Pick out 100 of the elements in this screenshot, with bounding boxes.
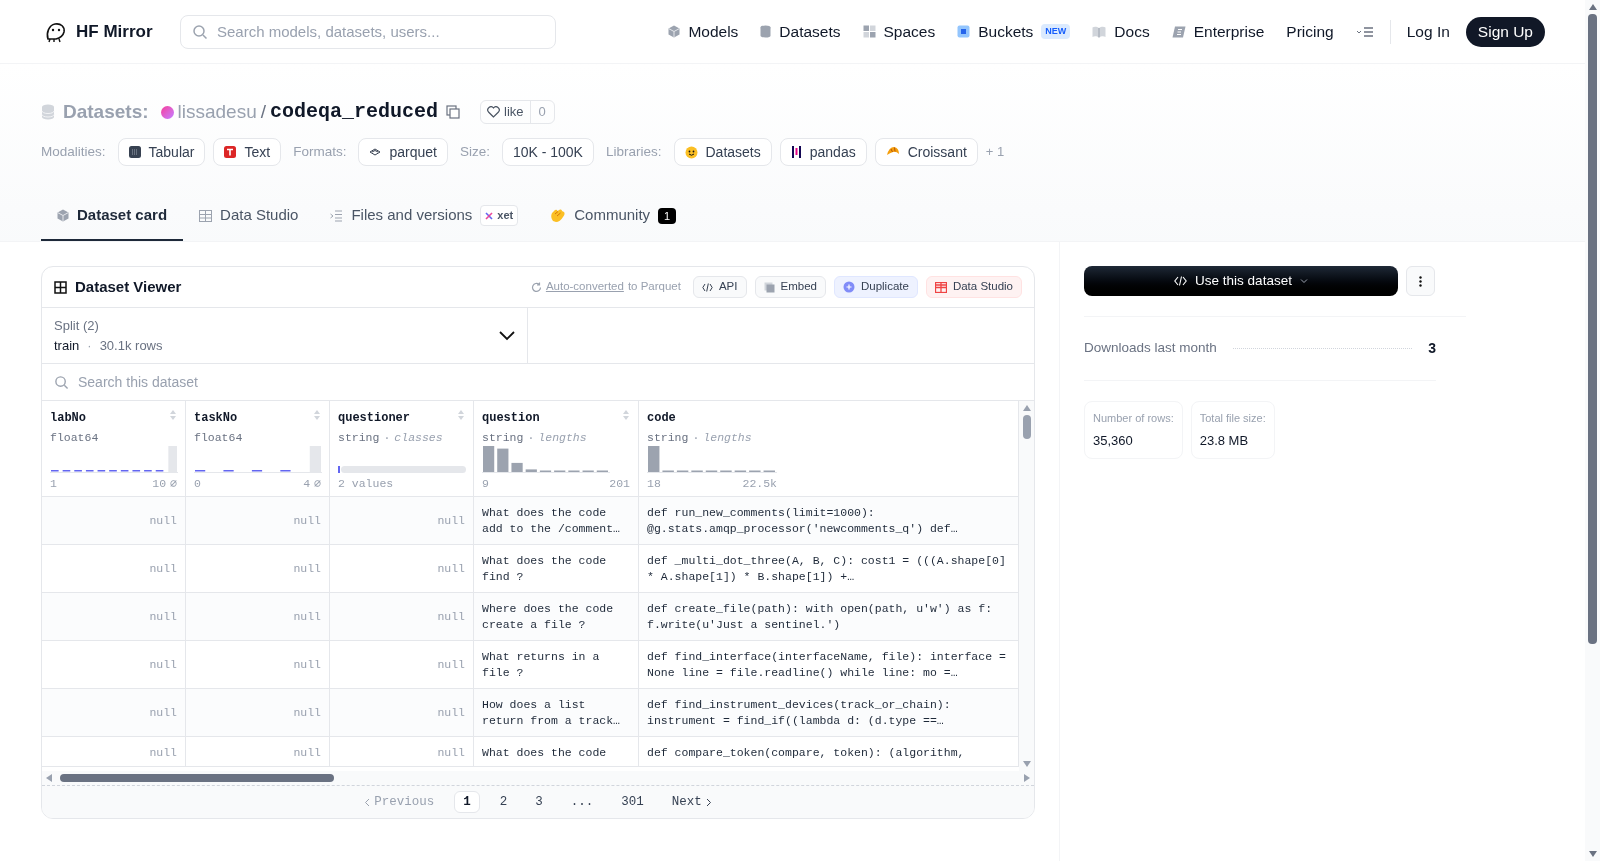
sort-icon — [313, 409, 321, 421]
xet-badge: xet — [480, 205, 519, 226]
sort-icon — [622, 409, 630, 421]
stat-value: 35,360 — [1093, 431, 1134, 450]
nav-link[interactable]: Models — [668, 19, 739, 44]
nav-link[interactable]: Docs — [1092, 19, 1150, 44]
grid-icon — [862, 25, 876, 38]
column-type: float64 — [50, 430, 99, 446]
tab[interactable]: Community 1 — [534, 192, 693, 241]
min-value: 18 — [647, 476, 661, 493]
parquet-note: to Parquet — [627, 279, 681, 295]
enterprise-icon — [1171, 25, 1186, 38]
page-link[interactable]: ... — [562, 791, 602, 813]
vertical-scrollbar[interactable] — [1019, 401, 1034, 771]
more-count: + 1 — [985, 143, 1005, 162]
column-header[interactable]: question string · lengths 9 201 — [474, 401, 639, 496]
table-cell: How does a list return from a track… — [474, 689, 639, 736]
split-selector[interactable]: Split (2) train · 30.1k rows — [42, 308, 528, 363]
column-type: string — [482, 430, 524, 446]
type-separator: · — [527, 430, 535, 446]
page-link[interactable]: 2 — [491, 791, 516, 813]
downloads-count: 3 — [1428, 339, 1436, 358]
page-link[interactable]: 3 — [527, 791, 551, 813]
tag-chip[interactable]: Croissant — [874, 138, 978, 166]
page-type-label: Datasets: — [63, 99, 149, 124]
action-button[interactable]: Embed — [754, 276, 826, 298]
table-cell: null — [42, 545, 186, 592]
table-cell: null — [186, 689, 330, 736]
chevron-left-icon — [364, 797, 371, 807]
tag-chip[interactable]: 10K - 100K — [501, 138, 594, 166]
max-value: 10 — [152, 476, 167, 493]
table-cell: null — [186, 545, 330, 592]
nav-link[interactable]: Buckets NEW — [957, 19, 1071, 44]
like-button[interactable]: like — [481, 102, 530, 122]
table-cell: What does the code — [474, 737, 639, 766]
min-value: 1 — [50, 476, 57, 493]
table-cell: What returns in a file ? — [474, 641, 639, 688]
site-name[interactable]: HF Mirror — [76, 18, 153, 45]
signup-button[interactable]: Sign Up — [1465, 16, 1545, 47]
login-link[interactable]: Log In — [1406, 19, 1450, 44]
column-name: taskNo — [194, 410, 238, 427]
max-value: 201 — [609, 476, 630, 493]
search-field[interactable]: Search models, datasets, users... — [180, 14, 556, 49]
nav-link[interactable]: Spaces — [862, 19, 936, 44]
column-type: string — [338, 430, 380, 446]
table-icon — [934, 281, 947, 293]
table-cell: null — [186, 641, 330, 688]
table-cell: null — [42, 689, 186, 736]
sort-icon — [169, 409, 177, 421]
action-button[interactable]: Duplicate — [833, 276, 918, 298]
heart-icon — [487, 106, 501, 118]
nav-link[interactable]: Pricing — [1286, 19, 1334, 44]
grid-icon — [128, 146, 141, 158]
nav-link[interactable]: Datasets — [760, 19, 841, 44]
null-mark: ⌀ — [170, 476, 177, 493]
more-icon — [1419, 275, 1422, 287]
chevron-right-icon — [705, 797, 712, 807]
tag-chip[interactable]: pandas — [779, 138, 867, 166]
tag-chip[interactable]: Tabular — [117, 138, 206, 166]
table-cell: null — [330, 593, 474, 640]
table-cell: null — [330, 737, 474, 766]
next-link[interactable]: Next — [663, 792, 720, 812]
plus-circle-icon — [842, 281, 855, 293]
code-icon — [701, 282, 713, 292]
downloads-label: Downloads last month — [1084, 339, 1217, 358]
use-dataset-button[interactable]: Use this dataset — [1084, 266, 1398, 296]
tag-chip[interactable]: Text — [213, 138, 282, 166]
smiley-icon — [684, 145, 698, 159]
square-icon — [957, 25, 971, 38]
stat-kind: classes — [394, 430, 443, 446]
cube-icon — [668, 25, 681, 38]
horizontal-scrollbar[interactable] — [42, 771, 1034, 786]
chevron-down-icon — [499, 330, 515, 341]
tab[interactable]: Data Studio — [183, 192, 315, 241]
page-link[interactable]: 1 — [454, 791, 480, 813]
tag-chip[interactable]: Datasets — [673, 138, 772, 166]
type-separator: · — [383, 430, 391, 446]
menu-icon[interactable] — [1355, 25, 1374, 38]
dataset-search-field[interactable]: Search this dataset — [42, 364, 1034, 400]
tab[interactable]: Dataset card — [41, 192, 184, 241]
page-link[interactable]: 301 — [613, 791, 652, 813]
null-mark: ⌀ — [314, 476, 321, 493]
path-separator: / — [260, 99, 267, 124]
file-list-icon — [330, 209, 344, 222]
action-button[interactable]: API — [692, 276, 747, 298]
min-value: 0 — [194, 476, 201, 493]
database-icon — [41, 104, 55, 120]
tag-chip[interactable]: parquet — [358, 138, 448, 166]
table-cell: What does the code add to the /comment… — [474, 497, 639, 544]
tag-group-label: Modalities: — [41, 142, 106, 161]
copy-icon[interactable] — [446, 105, 461, 119]
mascot-logo-icon[interactable] — [44, 20, 68, 43]
nav-link[interactable]: Enterprise — [1171, 19, 1265, 44]
count-badge: 1 — [658, 207, 677, 224]
page-scrollbar[interactable] — [1585, 0, 1600, 861]
action-button[interactable]: Data Studio — [925, 276, 1022, 298]
table-cell: Where does the code create a file ? — [474, 593, 639, 640]
column-type: string — [647, 430, 689, 446]
more-options-button[interactable] — [1406, 266, 1435, 296]
tab[interactable]: Files and versions xet — [314, 192, 535, 241]
